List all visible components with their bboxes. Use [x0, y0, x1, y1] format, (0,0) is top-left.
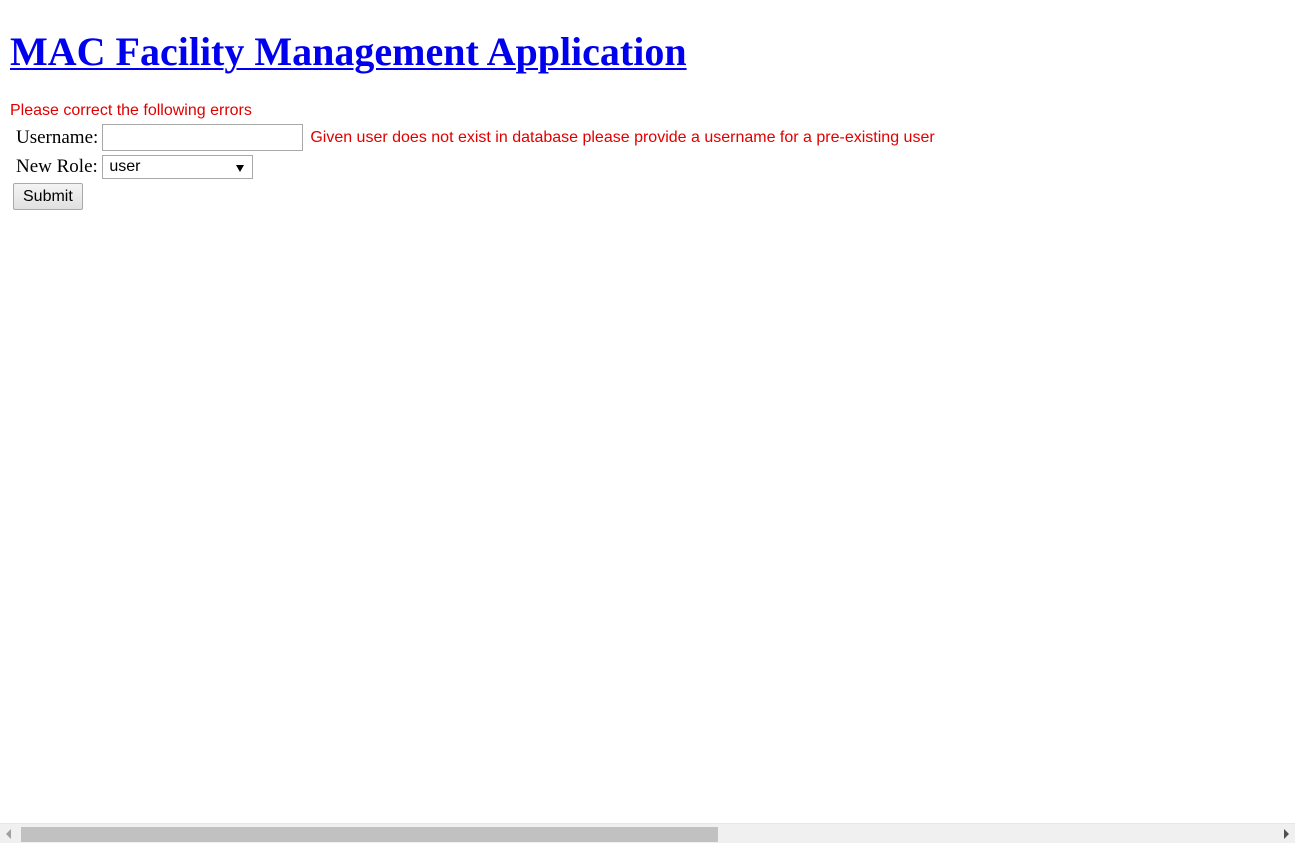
role-select[interactable]: user — [102, 155, 254, 179]
chevron-right-icon[interactable] — [1284, 829, 1289, 839]
page-content: MAC Facility Management Application Plea… — [0, 0, 1295, 213]
username-input[interactable] — [102, 124, 304, 151]
role-cell: user — [101, 154, 304, 180]
role-select-value: user — [109, 158, 141, 175]
error-summary: Please correct the following errors — [10, 102, 252, 119]
form-table: Username: Given user does not exist in d… — [11, 121, 938, 213]
role-spacer — [306, 154, 935, 180]
scrollbar-thumb[interactable] — [21, 827, 718, 842]
page-title: MAC Facility Management Application — [10, 0, 1285, 78]
submit-button[interactable]: Submit — [13, 183, 83, 210]
submit-row: Submit — [13, 182, 936, 211]
role-row: New Role: user — [13, 154, 936, 180]
home-link[interactable]: MAC Facility Management Application — [10, 29, 687, 74]
change-role-form: Username: Given user does not exist in d… — [10, 121, 1285, 213]
chevron-left-icon[interactable] — [6, 829, 11, 839]
username-row: Username: Given user does not exist in d… — [13, 123, 936, 152]
role-label: New Role: — [16, 156, 98, 177]
horizontal-scrollbar[interactable] — [0, 823, 1295, 843]
submit-cell: Submit — [13, 182, 936, 211]
username-error: Given user does not exist in database pl… — [310, 128, 935, 146]
chevron-down-icon — [236, 165, 245, 172]
username-label: Username: — [16, 126, 99, 148]
username-cell — [101, 123, 304, 152]
